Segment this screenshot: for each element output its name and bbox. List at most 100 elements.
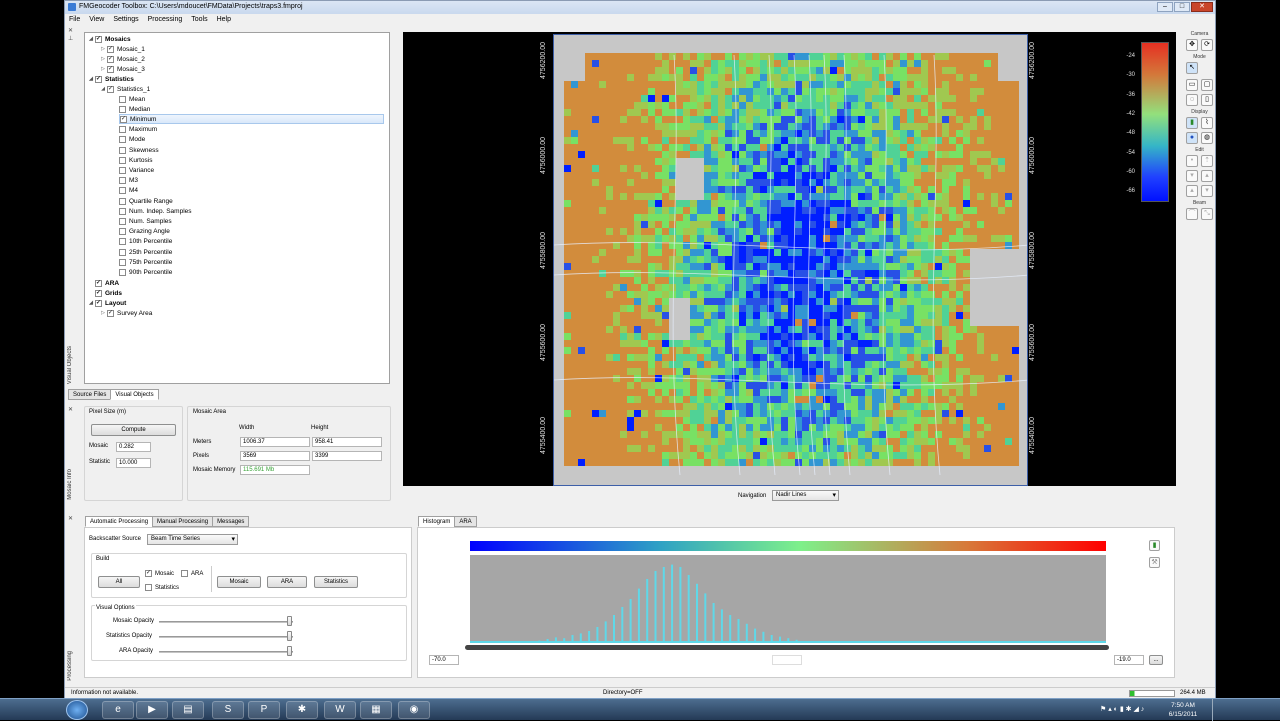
dock-pin-icon[interactable]: ⊥	[68, 35, 73, 42]
tree-node-statistics-1[interactable]: ◢ ✓ Statistics_1	[99, 84, 150, 94]
stat-checkbox[interactable]	[119, 156, 126, 164]
mosaic-size-field[interactable]: 0.282	[116, 442, 151, 452]
stat-checkbox[interactable]	[119, 105, 126, 113]
stat-checkbox[interactable]	[119, 166, 126, 174]
survey-area-checkbox[interactable]: ✓	[107, 309, 114, 317]
color-scale-icon[interactable]: ▮	[1186, 117, 1198, 129]
edit-down-icon[interactable]: ▾	[1186, 170, 1198, 182]
stat-checkbox[interactable]	[119, 228, 126, 236]
stat-checkbox[interactable]	[119, 217, 126, 225]
tab-manual-processing[interactable]: Manual Processing	[152, 516, 214, 527]
tree-node-stat-m3[interactable]: M3	[119, 176, 138, 186]
build-ara-button[interactable]: ARA	[267, 576, 307, 588]
tab-visual-objects[interactable]: Visual Objects	[110, 389, 159, 400]
edit-clear-icon[interactable]: ▾	[1201, 185, 1213, 197]
stat-checkbox[interactable]	[119, 187, 126, 195]
stat-checkbox[interactable]	[119, 248, 126, 256]
stat-checkbox[interactable]	[119, 258, 126, 266]
tree-node-stat-mode[interactable]: Mode	[119, 135, 145, 145]
skype-taskbar-icon[interactable]: S	[212, 701, 244, 719]
stat-checkbox[interactable]	[119, 146, 126, 154]
navigation-dropdown[interactable]: Nadir Lines	[772, 490, 839, 501]
statistics-opacity-thumb[interactable]	[287, 631, 292, 641]
side-tab-mosaic-info[interactable]: Mosaic Info	[67, 469, 73, 500]
tab-histogram[interactable]: Histogram	[418, 516, 456, 527]
measure-icon[interactable]: ▯	[1201, 94, 1213, 106]
stat-checkbox[interactable]	[119, 268, 126, 276]
statistics-1-checkbox[interactable]: ✓	[107, 85, 114, 93]
pan-icon[interactable]: ✥	[1186, 39, 1198, 51]
menu-help[interactable]: Help	[217, 16, 231, 23]
word-taskbar-icon[interactable]: W	[324, 701, 356, 719]
stat-checkbox[interactable]	[119, 177, 126, 185]
rotate-icon[interactable]: ⟳	[1201, 39, 1213, 51]
media-player-taskbar-icon[interactable]: ▶	[136, 701, 168, 719]
stat-checkbox[interactable]	[119, 238, 126, 246]
mosaic-3-checkbox[interactable]: ✓	[107, 65, 114, 73]
histogram-more-button[interactable]: ...	[1149, 655, 1163, 665]
compute-button[interactable]: Compute	[91, 424, 176, 436]
ara-build-checkbox[interactable]	[181, 570, 188, 577]
tab-ara[interactable]: ARA	[454, 516, 477, 527]
pin-icon[interactable]: ✕	[68, 27, 73, 34]
beam-tool-icon[interactable]: ⤡	[1201, 208, 1213, 220]
histogram-center-field[interactable]	[772, 655, 802, 665]
tree-node-mosaic-2[interactable]: ▷ ✓ Mosaic_2	[99, 54, 145, 64]
edit-move-icon[interactable]: ⇡	[1201, 155, 1213, 167]
tree-node-statistics[interactable]: ◢ ✓ Statistics	[87, 74, 134, 84]
ara-opacity-slider[interactable]	[159, 651, 293, 653]
tree-node-stat-10th-percentile[interactable]: 10th Percentile	[119, 237, 172, 247]
menu-view[interactable]: View	[89, 16, 104, 23]
tab-automatic-processing[interactable]: Automatic Processing	[85, 516, 154, 527]
stat-checkbox[interactable]: ✓	[120, 115, 127, 123]
tree-node-stat-75th-percentile[interactable]: 75th Percentile	[119, 257, 172, 267]
tab-messages[interactable]: Messages	[212, 516, 250, 527]
backscatter-source-dropdown[interactable]: Beam Time Series	[147, 534, 238, 545]
stat-checkbox[interactable]	[119, 207, 126, 215]
menu-processing[interactable]: Processing	[148, 16, 183, 23]
statistic-size-field[interactable]: 10.000	[116, 458, 151, 468]
tree-node-stat-25th-percentile[interactable]: 25th Percentile	[119, 247, 172, 257]
layout-checkbox[interactable]: ✓	[95, 299, 102, 307]
edit-point-icon[interactable]: •	[1186, 155, 1198, 167]
statistics-opacity-slider[interactable]	[159, 636, 293, 638]
tray-icons[interactable]: ⚑ ▴ ◐ ▮ ✱ ◢ ♪	[1100, 705, 1144, 713]
tree-node-ara[interactable]: ✓ ARA	[87, 278, 119, 288]
link-icon[interactable]: ⌇	[1201, 117, 1213, 129]
menu-settings[interactable]: Settings	[113, 16, 138, 23]
beam-pattern-icon[interactable]: ⌒	[1186, 208, 1198, 220]
tree-node-stat-grazing-angle[interactable]: Grazing Angle	[119, 227, 170, 237]
pin-icon-3[interactable]: ✕	[68, 515, 73, 522]
edit-delete-icon[interactable]: ▴	[1186, 185, 1198, 197]
ie-taskbar-icon[interactable]: e	[102, 701, 134, 719]
histogram-color-icon[interactable]: ▮	[1149, 540, 1160, 551]
tree-node-stat-kurtosis[interactable]: Kurtosis	[119, 155, 152, 165]
build-mosaic-button[interactable]: Mosaic	[217, 576, 261, 588]
tree-node-grids[interactable]: ✓ Grids	[87, 288, 122, 298]
statistics-checkbox[interactable]: ✓	[95, 75, 102, 83]
stat-checkbox[interactable]	[119, 197, 126, 205]
tree-node-layout[interactable]: ◢ ✓ Layout	[87, 298, 126, 308]
ara-checkbox[interactable]: ✓	[95, 279, 102, 287]
explorer-taskbar-icon[interactable]: ▤	[172, 701, 204, 719]
histogram-range-slider[interactable]	[465, 645, 1109, 650]
histogram-tool-icon[interactable]: ⚒	[1149, 557, 1160, 568]
close-button[interactable]: ✕	[1191, 2, 1213, 12]
fmgeocoder-taskbar-icon[interactable]: ◉	[398, 701, 430, 719]
stat-checkbox[interactable]	[119, 95, 126, 103]
select-arrow-icon[interactable]: ↖	[1186, 62, 1198, 74]
build-all-button[interactable]: All	[98, 576, 140, 588]
tree-node-survey-area[interactable]: ▷ ✓ Survey Area	[99, 308, 152, 318]
tree-node-stat-quartile-range[interactable]: Quartile Range	[119, 196, 173, 206]
build-statistics-button[interactable]: Statistics	[314, 576, 358, 588]
map-view[interactable]: 4756200.00 4756000.00 4755800.00 4755600…	[403, 32, 1176, 486]
mosaic-image-frame[interactable]	[553, 34, 1028, 486]
maximize-button[interactable]: □	[1174, 2, 1190, 12]
tree-node-stat-median[interactable]: Median	[119, 104, 150, 114]
app-taskbar-icon[interactable]: ✱	[286, 701, 318, 719]
tree-node-stat-maximum[interactable]: Maximum	[119, 125, 157, 135]
tree-node-stat-variance[interactable]: Variance	[119, 165, 154, 175]
tree-node-stat-m4[interactable]: M4	[119, 186, 138, 196]
start-button[interactable]	[66, 700, 88, 720]
tab-source-files[interactable]: Source Files	[68, 389, 112, 400]
